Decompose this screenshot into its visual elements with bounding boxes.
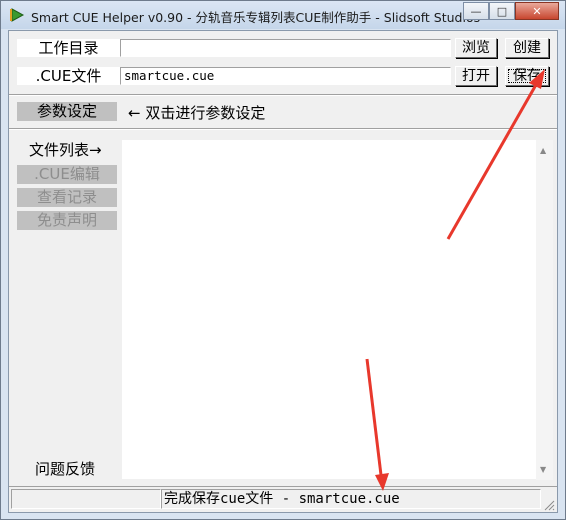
nav-file-list[interactable]: 文件列表→ bbox=[29, 139, 102, 160]
save-button[interactable]: 保存 bbox=[505, 66, 549, 86]
separator-top bbox=[9, 94, 557, 96]
maximize-icon: □ bbox=[496, 4, 508, 18]
status-bar: 完成保存cue文件 - smartcue.cue bbox=[9, 486, 557, 513]
nav-feedback[interactable]: 问题反馈 bbox=[35, 458, 95, 479]
cuefile-label: .CUE文件 bbox=[17, 67, 120, 85]
maximize-button[interactable]: □ bbox=[489, 2, 515, 20]
nav-view-log[interactable]: 查看记录 bbox=[17, 188, 117, 207]
workdir-field[interactable] bbox=[120, 39, 451, 57]
window-controls: — □ ✕ bbox=[463, 2, 559, 21]
settings-hint: ← 双击进行参数设定 bbox=[128, 104, 266, 122]
app-window: Smart CUE Helper v0.90 - 分轨音乐专辑列表CUE制作助手… bbox=[0, 0, 566, 520]
workdir-label: 工作目录 bbox=[17, 39, 120, 57]
minimize-button[interactable]: — bbox=[463, 2, 489, 20]
separator-mid bbox=[9, 128, 557, 130]
open-button[interactable]: 打开 bbox=[455, 66, 497, 86]
client-area: 工作目录 浏览 创建 .CUE文件 smartcue.cue 打开 保存 参数设… bbox=[8, 30, 558, 513]
settings-button[interactable]: 参数设定 bbox=[17, 102, 117, 121]
scroll-down-icon[interactable]: ▼ bbox=[540, 465, 546, 474]
status-cell-left bbox=[11, 489, 161, 509]
title-bar[interactable]: Smart CUE Helper v0.90 - 分轨音乐专辑列表CUE制作助手… bbox=[1, 1, 565, 29]
cuefile-field[interactable]: smartcue.cue bbox=[120, 67, 451, 85]
window-title: Smart CUE Helper v0.90 - 分轨音乐专辑列表CUE制作助手… bbox=[31, 10, 481, 25]
vertical-scrollbar[interactable]: ▲ ▼ bbox=[536, 140, 553, 480]
browse-button[interactable]: 浏览 bbox=[455, 38, 497, 58]
create-button[interactable]: 创建 bbox=[505, 38, 549, 58]
scroll-up-icon[interactable]: ▲ bbox=[540, 146, 546, 155]
status-message: 完成保存cue文件 - smartcue.cue bbox=[164, 491, 400, 507]
close-icon: ✕ bbox=[532, 4, 542, 18]
close-button[interactable]: ✕ bbox=[515, 2, 559, 20]
resize-grip-icon[interactable] bbox=[543, 499, 555, 511]
status-cell-message: 完成保存cue文件 - smartcue.cue bbox=[161, 489, 541, 509]
minimize-icon: — bbox=[470, 4, 482, 18]
file-list-panel[interactable] bbox=[122, 140, 542, 479]
app-icon bbox=[10, 8, 25, 22]
nav-cue-edit[interactable]: .CUE编辑 bbox=[17, 165, 117, 184]
nav-disclaimer[interactable]: 免责声明 bbox=[17, 211, 117, 230]
